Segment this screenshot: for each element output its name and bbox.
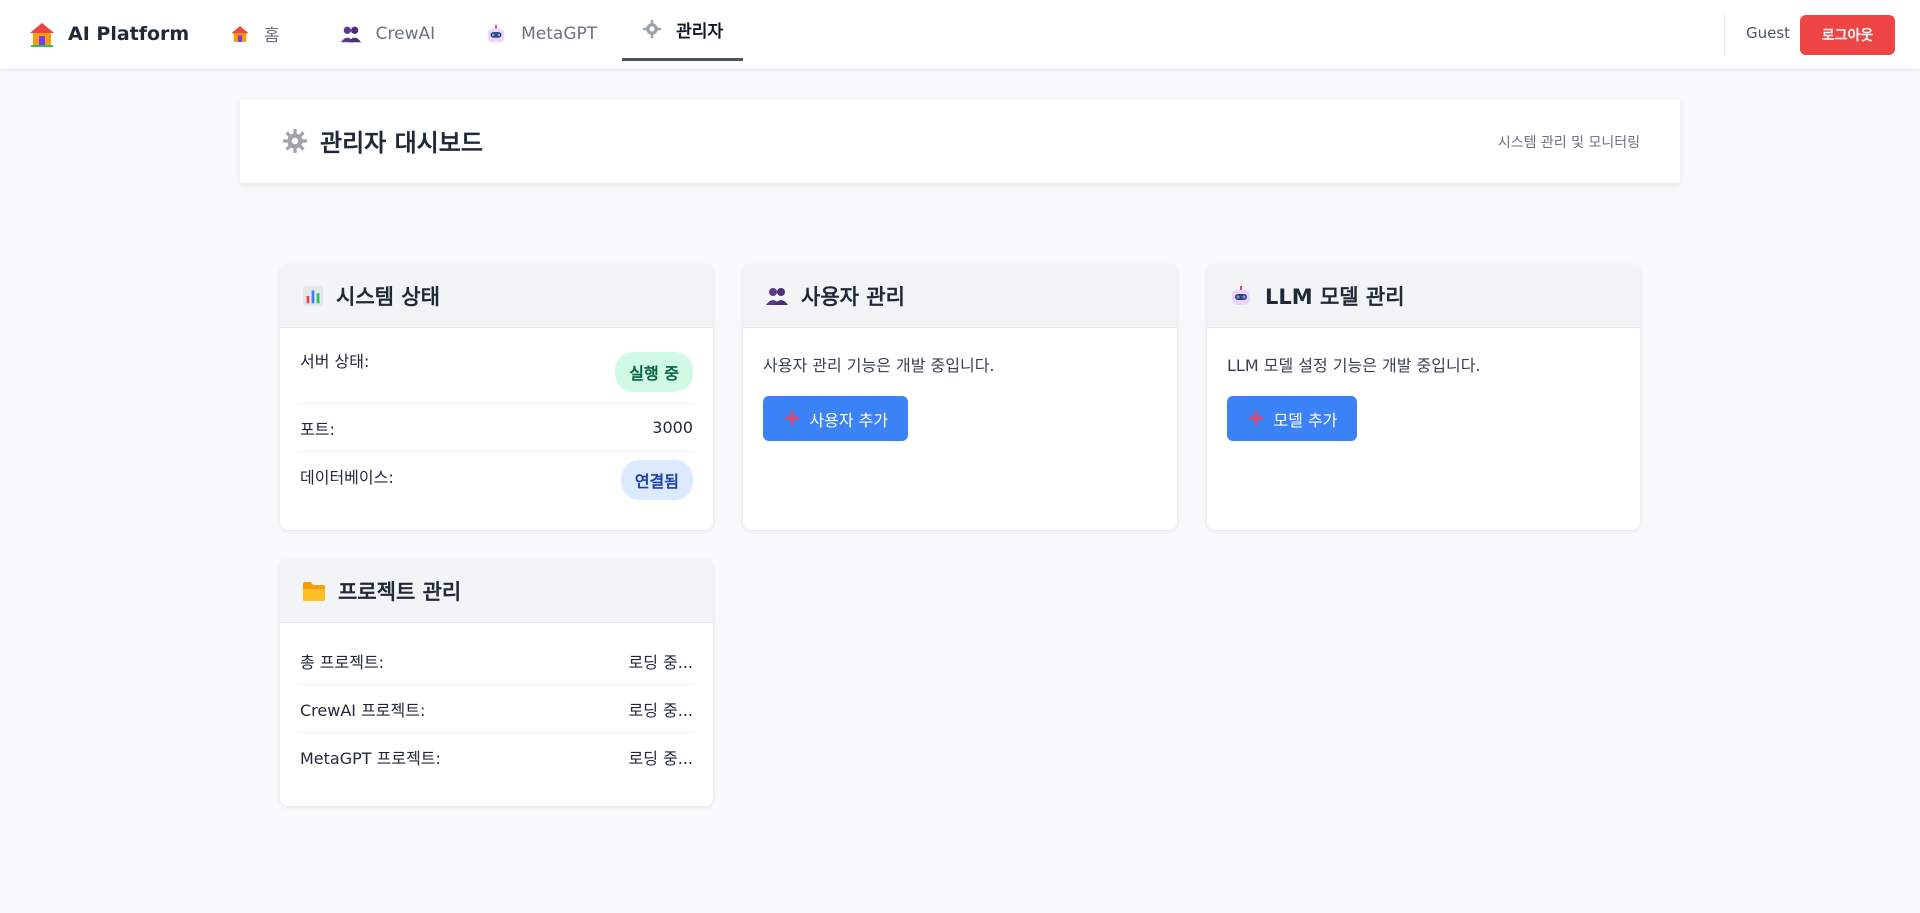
- card-description: 사용자 관리 기능은 개발 중입니다.: [763, 356, 995, 375]
- row-label: 총 프로젝트:: [300, 652, 385, 672]
- logout-button[interactable]: 로그아웃: [1800, 15, 1895, 55]
- row-value: 3000: [652, 418, 693, 437]
- card-header: LLM 모델 관리: [1207, 265, 1640, 328]
- server-status-row: 서버 상태: 실행 중: [300, 348, 693, 404]
- nav-label-metagpt: MetaGPT: [521, 23, 598, 44]
- nav-item-admin[interactable]: 관리자: [622, 0, 744, 61]
- card-title: LLM 모델 관리: [1265, 285, 1405, 309]
- plus-icon: +: [783, 405, 802, 431]
- status-badge: 실행 중: [615, 351, 693, 392]
- row-label: MetaGPT 프로젝트:: [300, 748, 441, 768]
- metagpt-projects-row: MetaGPT 프로젝트: 로딩 중...: [300, 733, 693, 780]
- robot-icon: [485, 23, 507, 45]
- nav-item-home[interactable]: 홈: [210, 0, 300, 67]
- add-user-button[interactable]: + 사용자 추가: [763, 396, 909, 441]
- nav-item-crewai[interactable]: CrewAI: [320, 0, 456, 67]
- add-model-button[interactable]: + 모델 추가: [1227, 396, 1358, 441]
- people-icon: [340, 24, 362, 44]
- bar-chart-icon: [302, 285, 324, 307]
- gear-icon: [642, 19, 662, 39]
- total-projects-row: 총 프로젝트: 로딩 중...: [300, 637, 693, 685]
- database-row: 데이터베이스: 연결됨: [300, 452, 693, 508]
- nav-divider: [1724, 14, 1725, 56]
- button-label: 사용자 추가: [809, 410, 889, 430]
- page-title: 관리자 대시보드: [282, 123, 483, 158]
- card-description: LLM 모델 설정 기능은 개발 중입니다.: [1227, 356, 1481, 375]
- plus-icon: +: [1247, 405, 1266, 431]
- card-header: 사용자 관리: [743, 265, 1177, 328]
- gear-icon: [282, 128, 308, 154]
- page-subtitle: 시스템 관리 및 모니터링: [1497, 135, 1640, 151]
- row-value: 로딩 중...: [628, 700, 693, 720]
- card-title: 사용자 관리: [801, 285, 905, 309]
- row-label: 포트:: [300, 419, 335, 439]
- house-logo-icon: [28, 20, 56, 48]
- llm-model-card: LLM 모델 관리 LLM 모델 설정 기능은 개발 중입니다. + 모델 추가: [1207, 265, 1640, 530]
- nav-label-admin: 관리자: [676, 21, 724, 42]
- brand-name: AI Platform: [68, 23, 190, 45]
- card-header: 프로젝트 관리: [280, 560, 713, 623]
- top-navbar: AI Platform 홈 CrewAI MetaGPT 관리자 Guest 로…: [0, 0, 1920, 70]
- row-label: 서버 상태:: [300, 352, 370, 371]
- brand[interactable]: AI Platform: [28, 20, 189, 48]
- project-management-card: 프로젝트 관리 총 프로젝트: 로딩 중... CrewAI 프로젝트: 로딩 …: [280, 560, 713, 806]
- card-title: 시스템 상태: [336, 285, 440, 309]
- nav-label-home: 홈: [264, 26, 280, 46]
- page-header: 관리자 대시보드 시스템 관리 및 모니터링: [240, 100, 1680, 183]
- people-icon: [765, 286, 789, 306]
- folder-icon: [302, 580, 326, 602]
- system-status-card: 시스템 상태 서버 상태: 실행 중 포트: 3000 데이터베이스: 연결됨: [280, 265, 713, 530]
- status-badge: 연결됨: [620, 460, 693, 500]
- card-title: 프로젝트 관리: [338, 580, 462, 604]
- robot-icon: [1229, 284, 1253, 308]
- row-value: 로딩 중...: [628, 652, 693, 672]
- card-header: 시스템 상태: [280, 265, 713, 328]
- nav-item-metagpt[interactable]: MetaGPT: [465, 0, 617, 67]
- user-name: Guest: [1746, 24, 1791, 42]
- crewai-projects-row: CrewAI 프로젝트: 로딩 중...: [300, 685, 693, 733]
- main-nav: 홈 CrewAI MetaGPT 관리자: [210, 0, 744, 69]
- nav-label-crewai: CrewAI: [375, 23, 436, 44]
- row-value: 로딩 중...: [628, 748, 693, 768]
- button-label: 모델 추가: [1273, 410, 1338, 430]
- page-title-text: 관리자 대시보드: [320, 129, 483, 157]
- port-row: 포트: 3000: [300, 404, 693, 452]
- house-icon: [230, 24, 250, 44]
- row-label: 데이터베이스:: [300, 468, 394, 487]
- user-management-card: 사용자 관리 사용자 관리 기능은 개발 중입니다. + 사용자 추가: [743, 265, 1177, 530]
- row-label: CrewAI 프로젝트:: [300, 700, 426, 720]
